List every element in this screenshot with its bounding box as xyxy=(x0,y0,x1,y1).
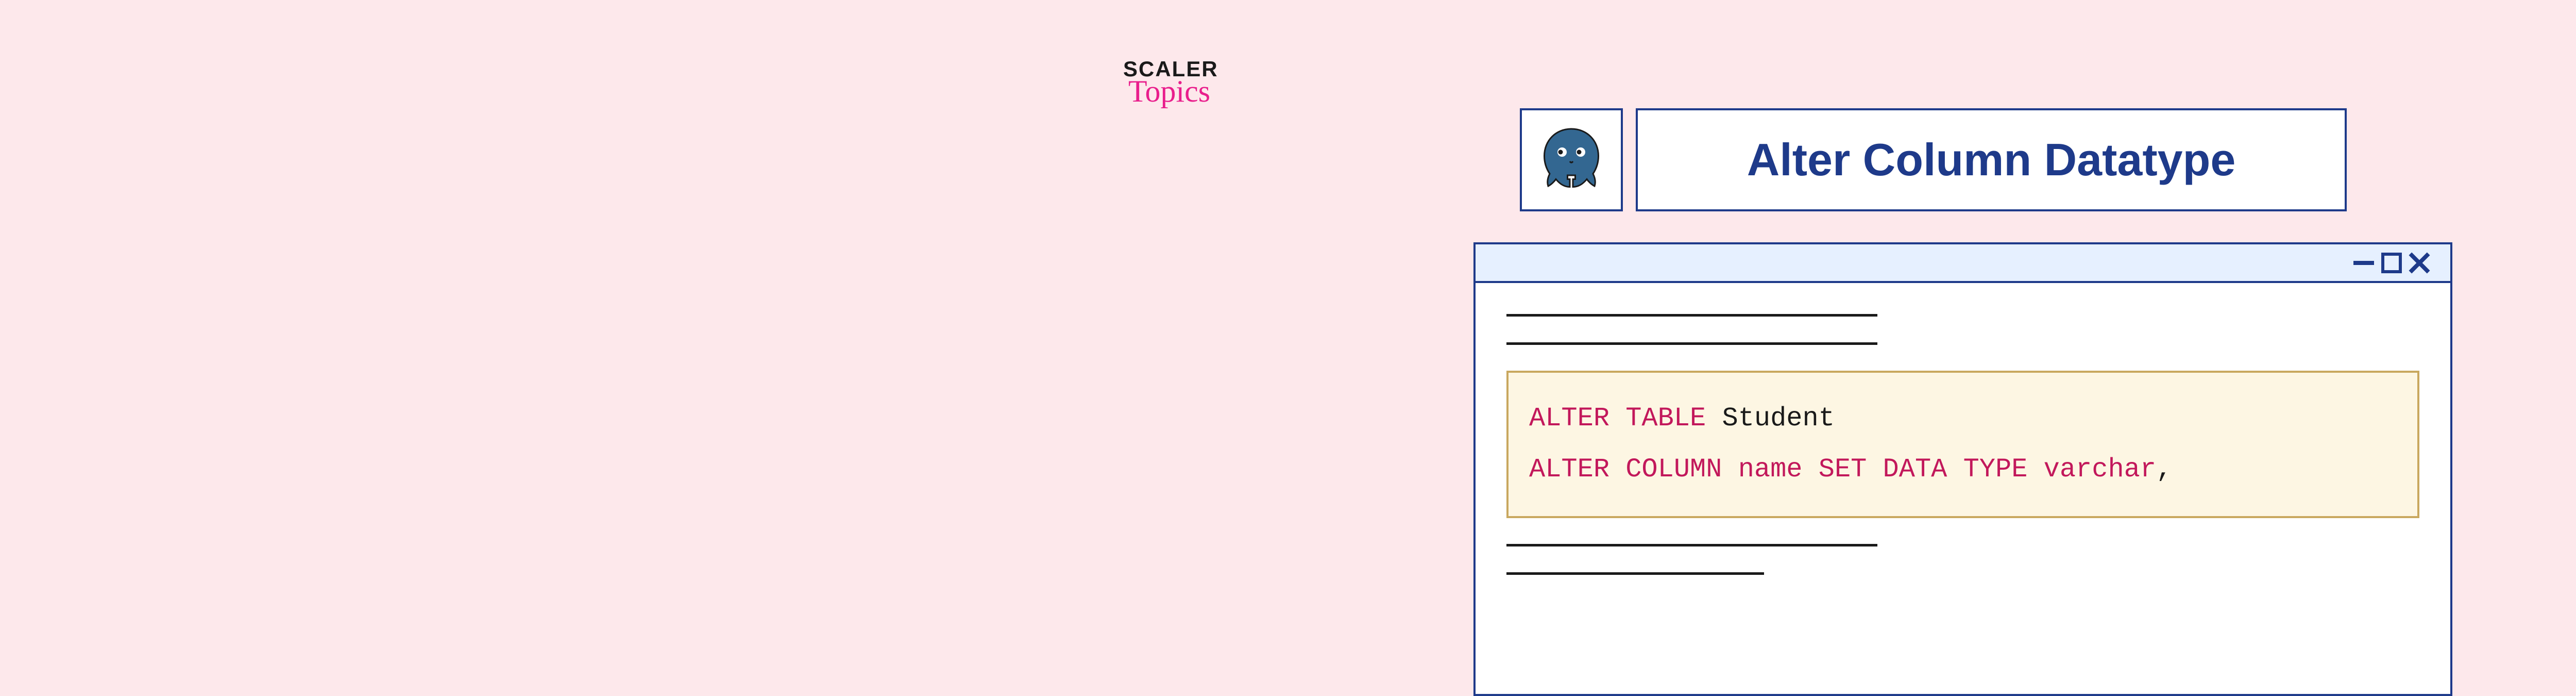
close-icon[interactable] xyxy=(2409,253,2430,273)
page-title: Alter Column Datatype xyxy=(1747,134,2236,186)
code-block: ALTER TABLE Student ALTER COLUMN name SE… xyxy=(1506,371,2419,518)
header-row: Alter Column Datatype xyxy=(1520,108,2347,211)
identifier: name xyxy=(1738,454,1803,485)
logo-line2: Topics xyxy=(1128,74,1218,109)
placeholder-line xyxy=(1506,314,1877,317)
db-icon-box xyxy=(1520,108,1623,211)
punctuation: , xyxy=(2156,454,2172,485)
identifier: varchar xyxy=(2044,454,2156,485)
maximize-icon[interactable] xyxy=(2381,253,2402,273)
title-box: Alter Column Datatype xyxy=(1636,108,2347,211)
window-body: ALTER TABLE Student ALTER COLUMN name SE… xyxy=(1476,283,2450,632)
code-window: ALTER TABLE Student ALTER COLUMN name SE… xyxy=(1473,242,2452,696)
scaler-topics-logo: SCALER Topics xyxy=(1123,57,1218,109)
keyword: ALTER COLUMN xyxy=(1529,454,1722,485)
window-controls xyxy=(2353,253,2430,273)
identifier: Student xyxy=(1722,403,1834,434)
keyword: SET DATA TYPE xyxy=(1819,454,2028,485)
placeholder-line xyxy=(1506,544,1877,546)
code-line-2: ALTER COLUMN name SET DATA TYPE varchar, xyxy=(1529,444,2397,495)
placeholder-line xyxy=(1506,572,1764,575)
window-titlebar xyxy=(1476,244,2450,283)
keyword: ALTER TABLE xyxy=(1529,403,1706,434)
minimize-icon[interactable] xyxy=(2353,261,2374,265)
code-line-1: ALTER TABLE Student xyxy=(1529,393,2397,444)
placeholder-line xyxy=(1506,342,1877,345)
postgresql-elephant-icon xyxy=(1533,121,1610,198)
